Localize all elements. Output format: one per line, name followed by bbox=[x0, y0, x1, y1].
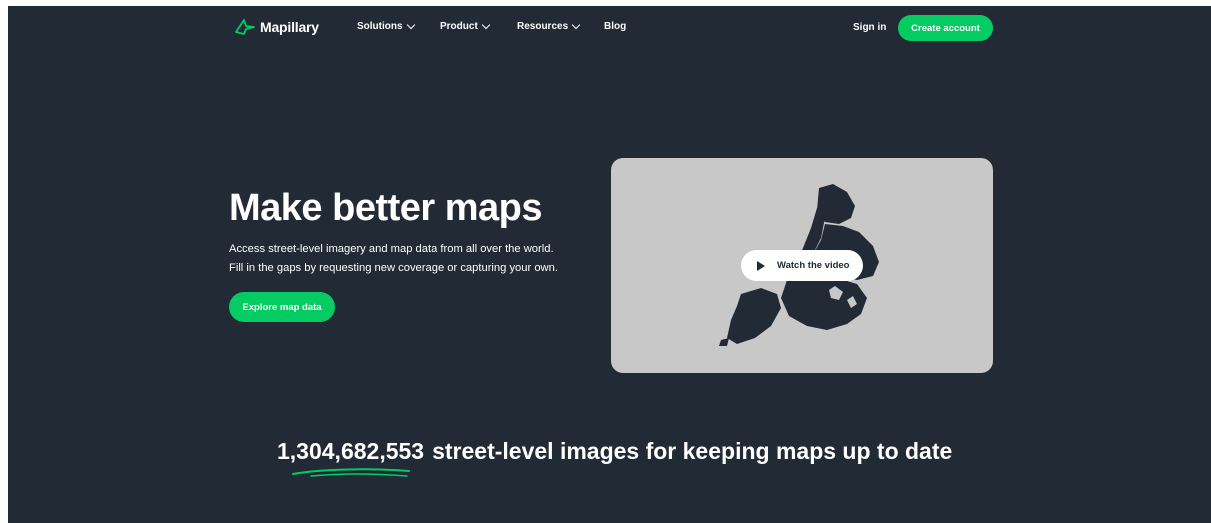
nav-solutions-label: Solutions bbox=[357, 21, 403, 32]
hero-subtitle-line-2: Fill in the gaps by requesting new cover… bbox=[229, 262, 558, 274]
underline-decoration bbox=[292, 468, 410, 477]
watch-video-label: Watch the video bbox=[777, 260, 850, 271]
image-count: 1,304,682,553 bbox=[277, 438, 425, 464]
chevron-down-icon bbox=[571, 20, 581, 30]
hero-title: Make better maps bbox=[229, 187, 543, 229]
nav-blog[interactable]: Blog bbox=[604, 21, 626, 32]
nav-product-label: Product bbox=[440, 21, 478, 32]
create-account-button[interactable]: Create account bbox=[898, 15, 993, 41]
nav-resources[interactable]: Resources bbox=[517, 20, 581, 32]
video-thumbnail[interactable]: Watch the video bbox=[611, 158, 993, 373]
nav-resources-label: Resources bbox=[517, 21, 569, 32]
hero-subtitle: Access street-level imagery and map data… bbox=[229, 240, 558, 278]
sign-in-link[interactable]: Sign in bbox=[853, 22, 886, 33]
hero-subtitle-line-1: Access street-level imagery and map data… bbox=[229, 243, 554, 255]
image-count-wrap: 1,304,682,553 bbox=[277, 438, 425, 477]
nav-solutions[interactable]: Solutions bbox=[357, 20, 415, 32]
stats-text: street-level images for keeping maps up … bbox=[432, 438, 953, 464]
chevron-down-icon bbox=[481, 20, 491, 30]
top-nav: Mapillary Solutions Product Resources Bl… bbox=[8, 6, 1211, 50]
play-icon bbox=[757, 260, 765, 271]
chevron-down-icon bbox=[406, 20, 415, 30]
nav-product[interactable]: Product bbox=[440, 20, 491, 32]
explore-map-data-button[interactable]: Explore map data bbox=[229, 292, 335, 322]
mapillary-logo-icon bbox=[235, 19, 255, 35]
watch-video-button[interactable]: Watch the video bbox=[741, 250, 863, 281]
nav-blog-label: Blog bbox=[604, 21, 627, 32]
logo[interactable]: Mapillary bbox=[234, 18, 319, 36]
logo-text: Mapillary bbox=[260, 19, 319, 35]
page-frame: Mapillary Solutions Product Resources Bl… bbox=[8, 6, 1211, 523]
stats-headline: 1,304,682,553 street-level images for ke… bbox=[277, 438, 953, 477]
